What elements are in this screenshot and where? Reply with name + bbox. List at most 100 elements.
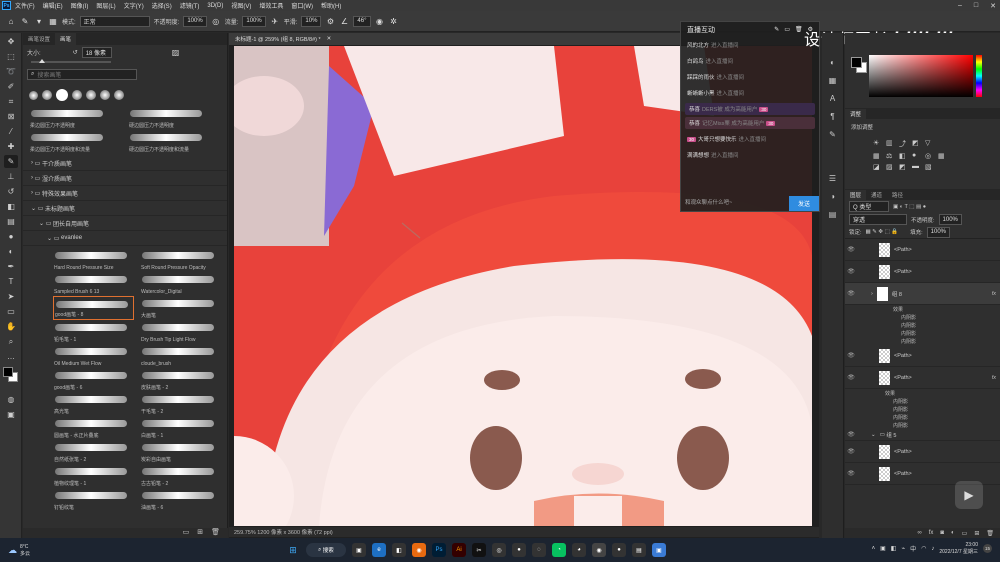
brush-item[interactable]: 皮肤画笔 - 2 xyxy=(140,368,221,392)
path-select-icon[interactable]: ➤ xyxy=(4,290,18,303)
menu-layer[interactable]: 图层(L) xyxy=(96,1,115,10)
foreground-swatch[interactable] xyxy=(851,57,862,68)
tv-icon[interactable]: ▶ xyxy=(955,481,983,509)
effect-item[interactable]: 内阴影 xyxy=(845,313,1000,321)
brush-item[interactable]: 硬边圆压力不透明度 xyxy=(128,106,221,130)
chevron-right-icon[interactable]: › xyxy=(871,291,873,297)
vibrance-icon[interactable]: ▽ xyxy=(925,139,935,149)
menu-file[interactable]: 文件(F) xyxy=(15,1,35,10)
fill-field[interactable]: 100% xyxy=(926,226,950,238)
reset-icon[interactable]: ↺ xyxy=(73,49,78,56)
symmetry-icon[interactable]: ✲ xyxy=(389,16,399,26)
brush-item[interactable]: 高光笔 xyxy=(53,392,134,416)
brush-tool-icon[interactable]: ✎ xyxy=(4,155,18,168)
video-icon[interactable]: ▭ xyxy=(784,26,790,33)
windows-start-icon[interactable]: ⊞ xyxy=(286,543,300,557)
shape-tool-icon[interactable]: ▭ xyxy=(4,305,18,318)
photo-filter-icon[interactable]: ● xyxy=(912,152,922,160)
recent-brush-7[interactable] xyxy=(114,90,124,100)
menu-edit[interactable]: 编辑(E) xyxy=(43,1,63,10)
eye-icon[interactable]: 👁 xyxy=(845,352,857,359)
tab-brushes[interactable]: 画笔 xyxy=(55,33,77,45)
properties-icon[interactable]: ☰ xyxy=(826,171,840,185)
menu-type[interactable]: 文字(Y) xyxy=(124,1,144,10)
brush-item-selected[interactable]: good画笔 - 8 xyxy=(53,296,134,320)
curves-icon[interactable]: ⤴ xyxy=(899,139,909,149)
bw-icon[interactable]: ◧ xyxy=(899,152,909,160)
layer-opacity-field[interactable]: 100% xyxy=(938,214,962,225)
layer-row[interactable]: 👁 <Path> fx xyxy=(845,367,1000,389)
brush-item[interactable]: 白画笔 - 1 xyxy=(140,416,221,440)
posterize-icon[interactable]: ▨ xyxy=(886,163,896,171)
brush-folder[interactable]: › ▭ 干介质画笔 xyxy=(23,156,227,171)
menu-help[interactable]: 帮助(H) xyxy=(321,1,341,10)
eye-icon[interactable]: 👁 xyxy=(845,268,857,275)
threshold-icon[interactable]: ◩ xyxy=(899,163,909,171)
recent-brush-1[interactable] xyxy=(29,90,38,100)
edit-icon[interactable]: ✎ xyxy=(774,26,779,33)
dodge-tool-icon[interactable]: ◐ xyxy=(4,245,18,258)
app4-icon[interactable]: ▤ xyxy=(632,543,646,557)
pen-tool-icon[interactable]: ✒ xyxy=(4,260,18,273)
opacity-field[interactable]: 100% xyxy=(183,15,207,27)
invert-icon[interactable]: ◪ xyxy=(873,163,883,171)
pressure-opacity-icon[interactable]: ◎ xyxy=(211,16,221,26)
healing-tool-icon[interactable]: ✚ xyxy=(4,140,18,153)
chat-input[interactable]: 和观众聊点什么吧~ xyxy=(685,196,793,208)
swatches-icon[interactable]: ▦ xyxy=(826,73,840,87)
brush-item[interactable]: 炭彩自由画笔 xyxy=(140,440,221,464)
close-icon[interactable]: ✕ xyxy=(990,2,996,10)
chevron-down-icon[interactable]: ⌄ xyxy=(871,432,876,438)
brush-item[interactable]: 干毛笔 - 2 xyxy=(140,392,221,416)
eye-icon[interactable]: 👁 xyxy=(845,448,857,455)
obs-icon[interactable]: ◉ xyxy=(592,543,606,557)
brush-item[interactable]: good画笔 - 6 xyxy=(53,368,134,392)
eye-icon[interactable]: 👁 xyxy=(845,374,857,381)
effect-item[interactable]: 内阴影 xyxy=(845,397,1000,405)
brush-item[interactable]: 圆画笔 - 水正片叠底 xyxy=(53,416,134,440)
delete-icon[interactable]: 🗑 xyxy=(211,528,220,538)
recent-brush-6[interactable] xyxy=(100,90,110,100)
screen-mode-icon[interactable]: ▣ xyxy=(4,408,18,421)
link-icon[interactable]: ∞ xyxy=(917,530,921,536)
new-brush-icon[interactable]: ▨ xyxy=(172,48,180,57)
volume-icon[interactable]: ♪ xyxy=(931,546,934,552)
brush-item[interactable]: Hard Round Pressure Size xyxy=(53,248,134,272)
eye-icon[interactable]: 👁 xyxy=(845,431,857,438)
photoshop-logo-icon[interactable]: Ps xyxy=(2,1,11,10)
chrome-icon[interactable]: ● xyxy=(512,543,526,557)
recent-brush-3[interactable] xyxy=(56,89,68,101)
brush-preset-icon[interactable]: ▾ xyxy=(34,16,44,26)
type-tool-icon[interactable]: T xyxy=(4,275,18,288)
menu-filter[interactable]: 滤镜(T) xyxy=(180,1,200,10)
layer-row[interactable]: 👁 <Path> xyxy=(845,239,1000,261)
app5-icon[interactable]: ▣ xyxy=(652,543,666,557)
size-slider-handle[interactable] xyxy=(39,59,45,63)
eye-icon[interactable]: 👁 xyxy=(845,290,857,297)
blend-mode-select[interactable]: 穿透 xyxy=(849,214,907,225)
eye-icon[interactable]: 👁 xyxy=(845,246,857,253)
taskbar-search[interactable]: ⌕ 搜索 xyxy=(306,543,346,557)
task-view-icon[interactable]: ▣ xyxy=(352,543,366,557)
recent-brush-5[interactable] xyxy=(86,90,96,100)
hue-slider[interactable] xyxy=(976,55,982,97)
delete-icon[interactable]: 🗑 xyxy=(986,530,994,537)
brush-item[interactable]: 硬边圆压力不透明度和流量 xyxy=(128,130,221,154)
pressure-size-icon[interactable]: ◉ xyxy=(375,16,385,26)
eraser-tool-icon[interactable]: ◧ xyxy=(4,200,18,213)
photoshop-icon[interactable]: Ps xyxy=(432,543,446,557)
brush-item[interactable]: Sampled Brush 6 13 xyxy=(53,272,134,296)
brush-item[interactable]: cloude_brush xyxy=(140,344,221,368)
new-group-icon[interactable]: ▭ xyxy=(183,528,190,538)
layer-row[interactable]: 👁 <Path> xyxy=(845,345,1000,367)
menu-image[interactable]: 图像(I) xyxy=(71,1,89,10)
send-button[interactable]: 发送 xyxy=(789,196,819,211)
marquee-tool-icon[interactable]: ⬚ xyxy=(4,50,18,63)
airbrush-icon[interactable]: ✈ xyxy=(270,16,280,26)
chrome2-icon[interactable]: ● xyxy=(612,543,626,557)
color-balance-icon[interactable]: ⚖ xyxy=(886,152,896,160)
levels-icon[interactable]: ▥ xyxy=(886,139,896,149)
tab-layers[interactable]: 图层 xyxy=(845,190,867,200)
illustrator-icon[interactable]: Ai xyxy=(452,543,466,557)
adjustments-icon[interactable]: ◑ xyxy=(826,189,840,203)
